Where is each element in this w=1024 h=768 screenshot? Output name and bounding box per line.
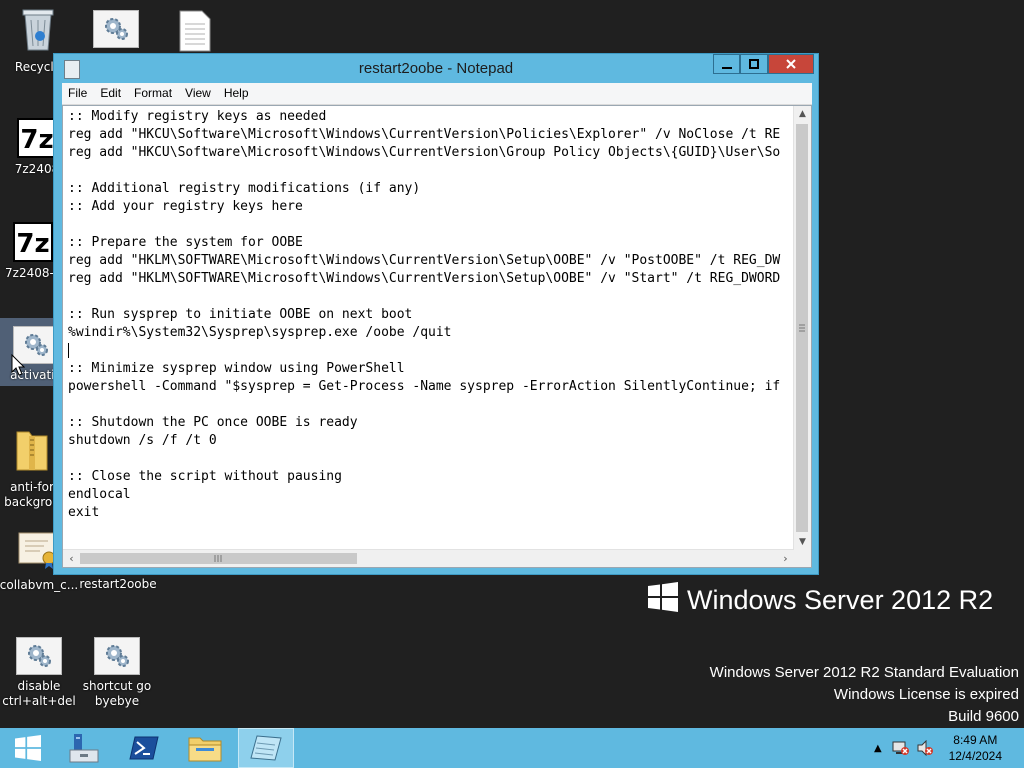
desktop-icon-label: disable (17, 679, 61, 693)
watermark-license: Windows License is expired (833, 686, 1019, 703)
menu-edit[interactable]: Edit (94, 83, 128, 100)
notepad-icon (250, 735, 282, 761)
server-manager-icon (69, 734, 99, 763)
file-explorer-icon (188, 737, 222, 762)
scroll-right-arrow-icon[interactable]: › (777, 550, 794, 567)
taskbar-notepad[interactable] (238, 728, 294, 768)
vertical-scrollbar[interactable]: ▲ ▼ (793, 106, 811, 551)
speaker-muted-icon[interactable] (916, 740, 934, 756)
taskbar-file-explorer[interactable] (177, 728, 233, 768)
text-editor[interactable]: :: Modify registry keys as needed reg ad… (62, 105, 812, 568)
text-line: :: Additional registry modifications (if… (68, 181, 421, 196)
text-line: powershell -Command "$sysprep = Get-Proc… (68, 379, 781, 394)
text-caret (68, 343, 69, 358)
horizontal-scroll-thumb[interactable] (80, 553, 357, 564)
grip-icon (799, 324, 805, 332)
7zip-icon: 7z (17, 118, 57, 158)
settings-script-icon (93, 10, 139, 48)
menu-help[interactable]: Help (218, 83, 256, 100)
horizontal-scrollbar[interactable]: ‹ › (63, 549, 794, 567)
text-line: :: Minimize sysprep window using PowerSh… (68, 361, 405, 376)
scroll-left-arrow-icon[interactable]: ‹ (63, 550, 80, 567)
text-line (68, 162, 790, 180)
settings-script-icon (94, 637, 140, 675)
minimize-icon (721, 67, 732, 69)
text-line: %windir%\System32\Sysprep\sysprep.exe /o… (68, 325, 452, 340)
maximize-button[interactable] (740, 54, 768, 74)
menu-view[interactable]: View (179, 83, 218, 100)
evaluation-watermark: Windows Server 2012 R2 Standard Evaluati… (710, 662, 1019, 728)
watermark-edition: Windows Server 2012 R2 Standard Evaluati… (709, 664, 1019, 681)
mouse-cursor-icon (11, 354, 25, 376)
notepad-window[interactable]: restart2oobe - Notepad File Edit Format Vie… (53, 53, 819, 575)
start-button[interactable] (0, 728, 56, 768)
text-line (68, 396, 790, 414)
text-cursor-line (68, 342, 790, 360)
watermark-build: Build 9600 (948, 708, 1019, 725)
window-title: restart2oobe - Notepad (358, 60, 514, 77)
network-icon[interactable] (892, 740, 910, 756)
text-line: :: Modify registry keys as needed (68, 109, 327, 124)
text-line (68, 216, 790, 234)
desktop-icon-label-line2: byebye (94, 694, 140, 708)
close-button[interactable] (768, 54, 814, 74)
maximize-icon (749, 59, 759, 69)
scroll-down-arrow-icon[interactable]: ▼ (794, 534, 811, 551)
powershell-icon (129, 736, 159, 760)
desktop-icon-label: restart2oobe (79, 577, 157, 591)
text-line: reg add "HKLM\SOFTWARE\Microsoft\Windows… (68, 271, 781, 286)
windows-logo-icon (648, 582, 678, 619)
menu-file[interactable]: File (62, 83, 94, 100)
text-area[interactable]: :: Modify registry keys as needed reg ad… (68, 108, 790, 548)
os-name-text: Windows Server 2012 R2 (687, 585, 994, 615)
text-line: shutdown /s /f /t 0 (68, 433, 217, 448)
vertical-scroll-thumb[interactable] (796, 124, 808, 532)
text-line: :: Shutdown the PC once OOBE is ready (68, 415, 358, 430)
scrollbar-corner (794, 550, 811, 567)
text-line: reg add "HKCU\Software\Microsoft\Windows… (68, 145, 781, 160)
title-bar[interactable]: restart2oobe - Notepad (54, 54, 818, 84)
settings-script-icon (16, 637, 62, 675)
desktop-icon-label: shortcut go (82, 679, 152, 693)
desktop-icon-script-top[interactable] (76, 10, 156, 52)
show-hidden-icons-arrow-icon[interactable]: ▲ (874, 743, 882, 754)
text-line: :: Prepare the system for OOBE (68, 235, 303, 250)
desktop-icon-disable-cad[interactable]: disable ctrl+alt+del (0, 637, 79, 709)
clock-date: 12/4/2024 (948, 749, 1002, 763)
grip-icon (214, 555, 222, 562)
system-tray: ▲ (874, 728, 934, 768)
desktop-icon-label-line2: ctrl+alt+del (2, 694, 76, 708)
minimize-button[interactable] (713, 54, 740, 74)
menu-format[interactable]: Format (128, 83, 179, 100)
text-line: :: Run sysprep to initiate OOBE on next … (68, 307, 413, 322)
taskbar-server-manager[interactable] (55, 728, 111, 768)
desktop-icon-label: collabvm_c... (0, 578, 79, 592)
menu-bar: File Edit Format View Help (62, 83, 812, 105)
clock-time: 8:49 AM (953, 733, 998, 747)
scroll-up-arrow-icon[interactable]: ▲ (794, 106, 811, 123)
text-line: endlocal (68, 487, 131, 502)
desktop-icon-shortcut-byebye[interactable]: shortcut go byebye (77, 637, 157, 709)
close-icon (786, 59, 796, 69)
text-line (68, 450, 790, 468)
text-file-icon (155, 10, 235, 56)
taskbar-clock[interactable]: 8:49 AM 12/4/2024 (949, 732, 1002, 764)
text-line: :: Close the script without pausing (68, 469, 342, 484)
text-line: exit (68, 505, 100, 520)
text-line: reg add "HKCU\Software\Microsoft\Windows… (68, 127, 781, 142)
recycle-bin-icon (0, 6, 78, 56)
taskbar: ▲ 8:49 AM 12/4/2024 (0, 728, 1024, 768)
text-line (68, 288, 790, 306)
taskbar-powershell[interactable] (116, 728, 172, 768)
windows-server-branding: Windows Server 2012 R2 (648, 582, 993, 619)
text-line: :: Add your registry keys here (68, 199, 303, 214)
windows-logo-icon (15, 735, 41, 761)
text-line: reg add "HKLM\SOFTWARE\Microsoft\Windows… (68, 253, 781, 268)
7zip-icon: 7z (13, 222, 53, 262)
